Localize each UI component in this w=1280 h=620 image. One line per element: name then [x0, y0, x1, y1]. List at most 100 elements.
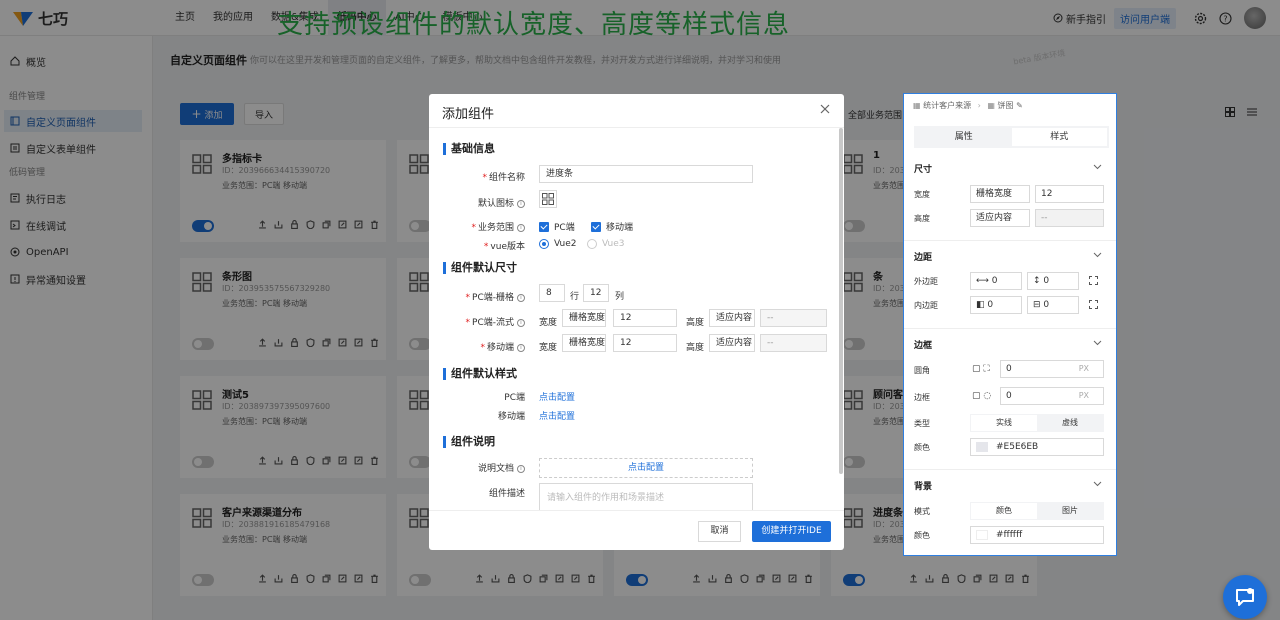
chevron-down-icon[interactable] [1093, 162, 1102, 173]
row-unit: 行 [570, 292, 580, 302]
width-mode-select[interactable]: 栅格宽度 [970, 185, 1030, 203]
add-component-dialog: 添加组件 基础信息 * 组件名称 进度条 默认图标 i * 业务范围 i PC端 移动端… [429, 94, 844, 550]
padding-label: 内边距 [914, 301, 938, 310]
chat-assistant-button[interactable] [1223, 575, 1267, 619]
grid-icon [542, 193, 554, 205]
padding-x-input[interactable]: ◧ 0 [970, 296, 1022, 314]
info-icon: i [517, 199, 525, 208]
divider [904, 240, 1116, 241]
pc-height-input: -- [760, 309, 827, 327]
section-description: 组件说明 [443, 436, 495, 448]
dashed-option[interactable]: 虚线 [1037, 415, 1103, 431]
doc-config-button[interactable]: 点击配置 [539, 458, 753, 478]
pc-height-mode-select[interactable]: 适应内容 [709, 309, 755, 327]
chevron-down-icon[interactable] [1093, 338, 1102, 349]
style-pc-label: PC端 [504, 393, 525, 403]
scope-label: * 业务范围 i [429, 220, 525, 233]
width-label: 宽度 [539, 318, 558, 328]
radius-mode-icons[interactable]: ▢ ⛶ [972, 364, 990, 374]
vue3-radio[interactable]: Vue3 [587, 239, 625, 249]
padding-y-input[interactable]: ⊟ 0 [1027, 296, 1079, 314]
chevron-down-icon[interactable] [1093, 250, 1102, 261]
cancel-button[interactable]: 取消 [698, 521, 741, 542]
mobile-width-input[interactable]: 12 [613, 334, 677, 352]
divider [904, 469, 1116, 470]
info-icon: i [517, 318, 525, 327]
color-swatch [976, 529, 988, 540]
info-icon: i [517, 343, 525, 352]
vue2-radio[interactable]: Vue2 [539, 239, 577, 249]
scope-pc-checkbox[interactable]: PC端 [539, 220, 575, 233]
panel-tabs: 属性 样式 [914, 126, 1109, 148]
checkbox-checked-icon [539, 221, 549, 232]
component-name-input[interactable]: 进度条 [539, 165, 753, 183]
chat-icon [1236, 588, 1254, 606]
mode-label: 模式 [914, 507, 930, 516]
pc-grid-rows-input[interactable]: 8 [539, 284, 565, 302]
horizontal-margin-icon: ⟷ [976, 276, 992, 286]
height-label: 高度 [686, 318, 705, 328]
section-default-size: 组件默认尺寸 [443, 262, 517, 274]
vue-label: * vue版本 [483, 242, 525, 252]
width-label: 宽度 [539, 343, 558, 353]
style-pc-config-link[interactable]: 点击配置 [539, 390, 575, 403]
breadcrumb: ▦ 统计客户来源 › ▦ 饼图 ✎ [913, 100, 1023, 111]
pc-width-input[interactable]: 12 [613, 309, 677, 327]
solid-option[interactable]: 实线 [971, 415, 1037, 431]
section-size: 尺寸 [914, 165, 933, 175]
bg-color-input[interactable]: #ffffff [970, 526, 1104, 544]
scope-mobile-checkbox[interactable]: 移动端 [591, 220, 633, 233]
grid-icon: ▦ [987, 101, 995, 110]
style-mobile-config-link[interactable]: 点击配置 [539, 409, 575, 422]
mobile-height-mode-select[interactable]: 适应内容 [709, 334, 755, 352]
edit-icon[interactable]: ✎ [1016, 101, 1023, 110]
border-color-label: 颜色 [914, 443, 930, 452]
horizontal-padding-icon: ◧ [976, 300, 988, 310]
height-label: 高度 [686, 343, 705, 353]
mobile-label: * 移动端 i [429, 340, 525, 353]
margin-x-input[interactable]: ⟷ 0 [970, 272, 1022, 290]
mobile-width-mode-select[interactable]: 栅格宽度 [562, 334, 606, 352]
section-basic-info: 基础信息 [443, 143, 495, 155]
section-border: 边框 [914, 341, 933, 351]
breadcrumb-current: 饼图 [997, 101, 1014, 110]
grid-icon: ▦ [913, 101, 921, 110]
border-mode-icons[interactable]: ▢ ◌ [972, 391, 991, 401]
pc-grid-label: * PC端-栅格 i [429, 290, 525, 303]
expand-icon[interactable] [1089, 276, 1098, 288]
tab-style[interactable]: 样式 [1011, 128, 1107, 146]
type-label: 类型 [914, 419, 930, 428]
margin-y-input[interactable]: ↕ 0 [1027, 272, 1079, 290]
pc-grid-cols-input[interactable]: 12 [583, 284, 609, 302]
width-input[interactable]: 12 [1035, 185, 1104, 203]
radius-label: 圆角 [914, 366, 930, 375]
color-mode-option[interactable]: 颜色 [971, 503, 1037, 519]
dialog-scrollbar[interactable] [839, 128, 843, 474]
radius-input[interactable]: 0 PX [1000, 360, 1104, 378]
desc-label: 组件描述 [488, 489, 525, 499]
info-icon: i [517, 464, 525, 473]
icon-picker[interactable] [539, 190, 557, 208]
height-mode-select[interactable]: 适应内容 [970, 209, 1030, 227]
border-width-input[interactable]: 0 PX [1000, 387, 1104, 405]
chevron-down-icon[interactable] [1093, 479, 1102, 490]
expand-icon[interactable] [1089, 300, 1098, 312]
image-mode-option[interactable]: 图片 [1037, 503, 1103, 519]
margin-label: 外边距 [914, 277, 938, 286]
background-mode-segment: 颜色 图片 [970, 502, 1104, 520]
color-swatch [976, 441, 988, 452]
radio-selected-icon [539, 239, 549, 249]
tab-props[interactable]: 属性 [916, 128, 1012, 146]
pc-width-mode-select[interactable]: 栅格宽度 [562, 309, 606, 327]
breadcrumb-parent[interactable]: 统计客户来源 [923, 101, 971, 110]
doc-label: 说明文档 i [429, 461, 525, 474]
border-color-input[interactable]: #E5E6EB [970, 438, 1104, 456]
height-input: -- [1035, 209, 1104, 227]
border-type-segment: 实线 虚线 [970, 414, 1104, 432]
style-mobile-label: 移动端 [497, 412, 525, 422]
description-textarea[interactable]: 请输入组件的作用和场景描述 [539, 483, 753, 510]
section-default-style: 组件默认样式 [443, 368, 517, 380]
create-open-ide-button[interactable]: 创建并打开IDE [752, 521, 831, 542]
close-icon[interactable] [820, 104, 830, 117]
radio-icon [587, 239, 597, 249]
